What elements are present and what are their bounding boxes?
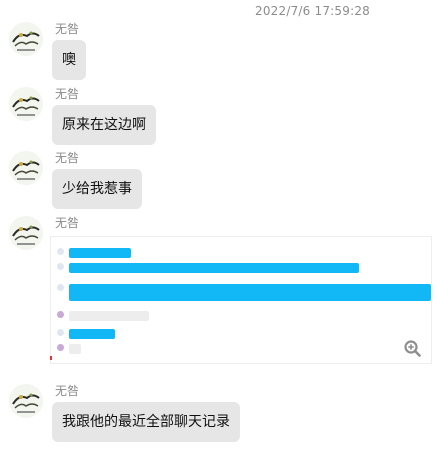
sender-name: 无咎	[55, 384, 80, 398]
mini-avatar	[57, 311, 64, 318]
sender-name: 无咎	[55, 87, 80, 101]
avatar-icon	[9, 87, 43, 121]
sender-name: 无咎	[55, 22, 80, 36]
screenshot-bubble	[69, 329, 115, 339]
message-bubble[interactable]: 噢	[52, 40, 86, 80]
avatar-icon	[9, 151, 43, 185]
avatar[interactable]	[9, 22, 43, 56]
zoom-in-icon[interactable]	[404, 340, 421, 357]
message-bubble[interactable]: 我跟他的最近全部聊天记录	[52, 402, 240, 442]
avatar[interactable]	[9, 87, 43, 121]
mini-avatar	[57, 263, 64, 270]
screenshot-bubble	[69, 284, 431, 301]
mini-avatar	[57, 329, 64, 336]
avatar-icon	[9, 384, 43, 418]
image-corner-mark	[50, 356, 52, 360]
mini-avatar	[57, 344, 64, 351]
avatar-icon	[9, 22, 43, 56]
chat-timestamp: 2022/7/6 17:59:28	[255, 4, 371, 18]
message-bubble[interactable]: 少给我惹事	[52, 169, 142, 209]
avatar[interactable]	[9, 216, 43, 250]
sender-name: 无咎	[55, 216, 80, 230]
sender-name: 无咎	[55, 151, 80, 165]
mini-avatar	[57, 248, 64, 255]
message-bubble[interactable]: 原来在这边啊	[52, 105, 156, 145]
screenshot-bubble	[69, 344, 81, 354]
avatar[interactable]	[9, 384, 43, 418]
screenshot-bubble	[69, 263, 359, 273]
screenshot-bubble	[69, 311, 149, 321]
image-message[interactable]	[50, 236, 432, 364]
avatar-icon	[9, 216, 43, 250]
screenshot-bubble	[69, 248, 131, 258]
avatar[interactable]	[9, 151, 43, 185]
mini-avatar	[57, 284, 64, 291]
